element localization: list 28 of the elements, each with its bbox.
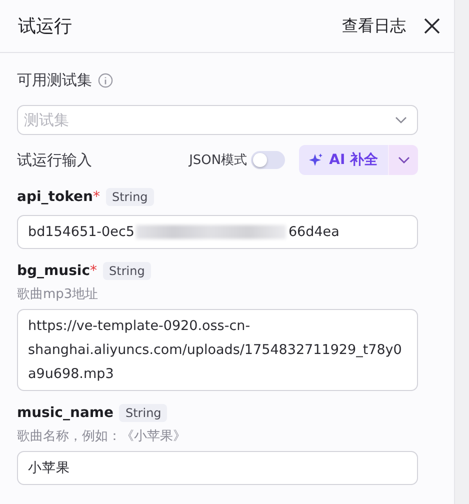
ai-complete-button[interactable]: AI 补全 — [299, 145, 388, 175]
run-input-label: 试运行输入 — [17, 150, 93, 170]
info-icon — [98, 72, 113, 88]
scrollbar-track[interactable] — [454, 0, 469, 504]
field-description: 歌曲名称，例如：《小苹果》 — [17, 428, 187, 445]
field-name: api_token* — [17, 189, 100, 205]
json-mode-switch[interactable] — [251, 151, 286, 169]
input-field[interactable]: bd154651-0ec5 66d4ea — [17, 215, 418, 249]
field-name: music_name — [17, 405, 114, 421]
ai-options-button[interactable] — [388, 145, 418, 175]
type-tag: String — [119, 404, 168, 422]
panel-title: 试运行 — [18, 15, 73, 38]
test-set-label: 可用测试集 — [17, 70, 92, 90]
chevron-down-icon — [395, 116, 408, 124]
field-value: 66d4ea — [288, 223, 340, 242]
field-name: bg_music* — [17, 263, 98, 279]
type-tag: String — [106, 188, 154, 206]
json-mode-label: JSON模式 — [189, 152, 248, 169]
input-field[interactable]: https://ve-template-0920.oss-cn-shanghai.aliyuncs.com/uploads/1754832711929_t78y0a9u698.mp3 — [17, 309, 418, 391]
close-icon — [424, 18, 440, 34]
field-value: bd154651-0ec5 — [28, 223, 134, 242]
field-description: 歌曲mp3地址 — [17, 286, 100, 303]
close-button[interactable] — [424, 18, 440, 34]
chevron-down-icon — [398, 156, 410, 164]
view-log-link[interactable]: 查看日志 — [342, 16, 406, 36]
sparkle-icon — [309, 153, 324, 167]
input-field[interactable]: 小苹果 — [17, 451, 418, 485]
type-tag: String — [103, 262, 151, 280]
